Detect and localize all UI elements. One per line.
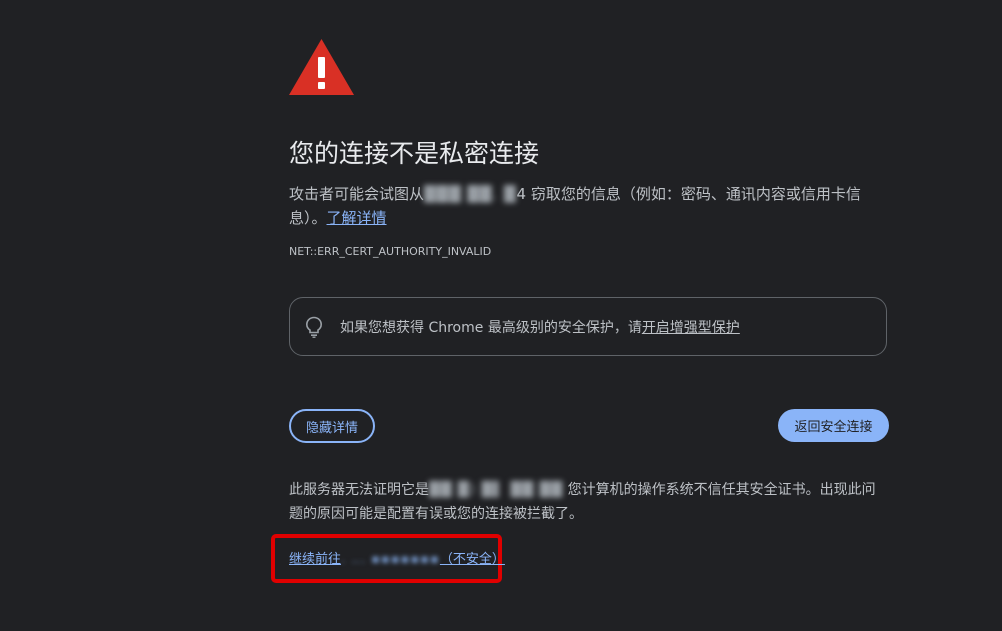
obscured-server-name: ██ █) █▌ ██ ██ — [429, 482, 564, 498]
attack-description: 攻击者可能会试图从███ ██. █4 窃取您的信息（例如：密码、通讯内容或信用… — [289, 182, 869, 230]
proceed-prefix: 继续前往 — [289, 552, 342, 567]
error-code: NET::ERR_CERT_AUTHORITY_INVALID — [289, 245, 492, 258]
lightbulb-icon — [305, 316, 323, 338]
details-before: 此服务器无法证明它是 — [289, 482, 429, 498]
hide-details-button[interactable]: 隐藏详情 — [289, 409, 375, 443]
enhanced-protection-link[interactable]: 开启增强型保护 — [642, 320, 740, 336]
obscured-proceed-host: . ‥. ▪▪▪▪▪▪▪ — [341, 552, 440, 567]
learn-more-link[interactable]: 了解详情 — [327, 209, 387, 227]
back-to-safety-button[interactable]: 返回安全连接 — [778, 409, 889, 442]
certificate-details: 此服务器无法证明它是██ █) █▌ ██ ██ 您计算机的操作系统不信任其安全… — [289, 478, 889, 526]
page-title: 您的连接不是私密连接 — [289, 139, 540, 168]
enhanced-protection-label: 如果您想获得 Chrome 最高级别的安全保护，请 — [340, 319, 642, 336]
description-before: 攻击者可能会试图从 — [289, 185, 425, 203]
enhanced-protection-text: 如果您想获得 Chrome 最高级别的安全保护，请开启增强型保护 — [340, 317, 740, 337]
enhanced-protection-banner: 如果您想获得 Chrome 最高级别的安全保护，请开启增强型保护 — [289, 297, 887, 356]
security-interstitial-page: 您的连接不是私密连接 攻击者可能会试图从███ ██. █4 窃取您的信息（例如… — [0, 0, 1002, 631]
obscured-host: ███ ██. █ — [424, 185, 517, 203]
proceed-suffix: （不安全） — [439, 552, 505, 567]
description-host-tail: 4 — [516, 185, 527, 203]
warning-triangle-icon — [289, 39, 354, 95]
proceed-unsafe-link[interactable]: 继续前往. ‥. ▪▪▪▪▪▪▪（不安全） — [289, 548, 505, 567]
